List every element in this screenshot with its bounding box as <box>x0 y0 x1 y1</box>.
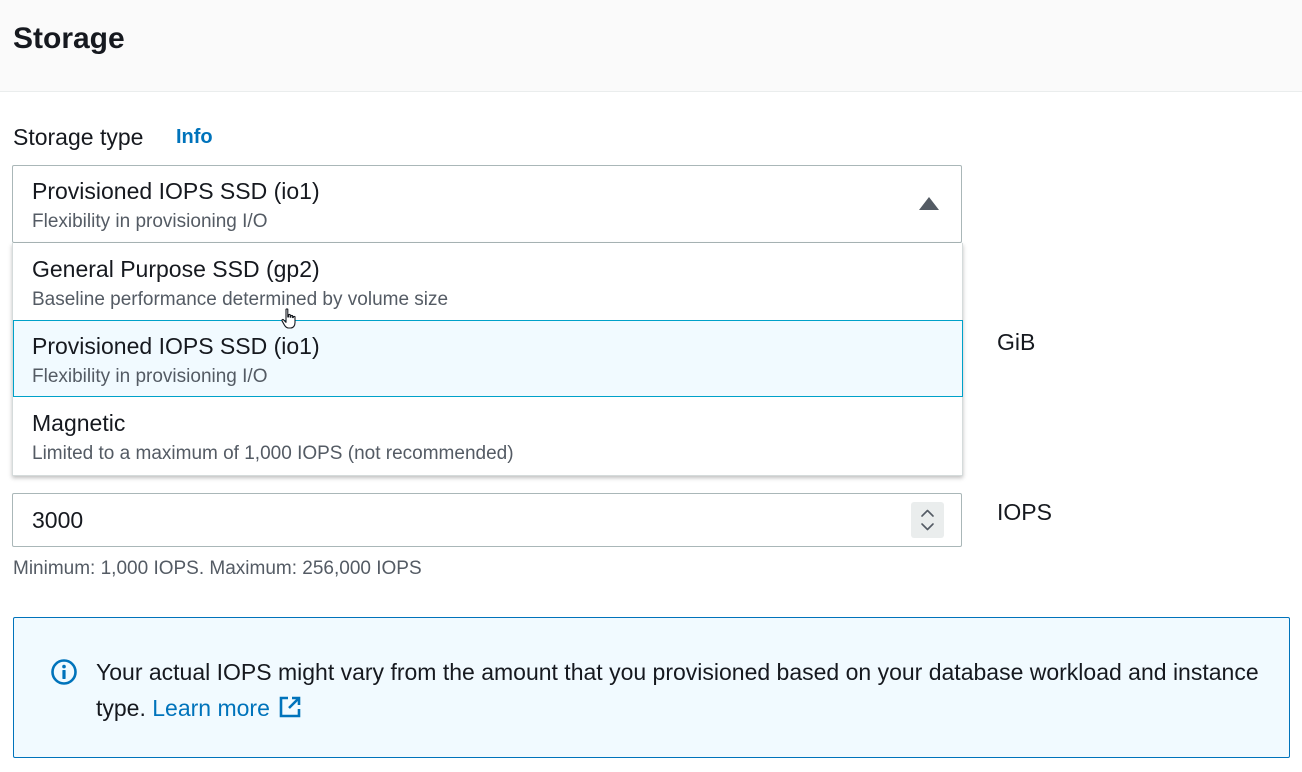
option-description: Flexibility in provisioning I/O <box>32 366 268 387</box>
storage-type-label: Storage type <box>13 124 144 150</box>
section-title: Storage <box>13 22 125 55</box>
storage-section-header: Storage <box>0 0 1302 92</box>
alert-message: Your actual IOPS might vary from the amo… <box>96 654 1266 726</box>
alert-text: Your actual IOPS might vary from the amo… <box>96 659 1259 721</box>
option-description: Limited to a maximum of 1,000 IOPS (not … <box>32 443 514 464</box>
option-magnetic[interactable]: Magnetic Limited to a maximum of 1,000 I… <box>13 397 962 474</box>
option-description: Baseline performance determined by volum… <box>32 289 449 310</box>
info-circle-icon <box>51 659 77 685</box>
learn-more-link[interactable]: Learn more <box>152 695 270 721</box>
caret-up-icon <box>919 197 939 210</box>
allocated-storage-unit: GiB <box>997 329 1036 355</box>
selected-option-title: Provisioned IOPS SSD (io1) <box>32 178 320 204</box>
storage-type-info-link[interactable]: Info <box>176 126 213 149</box>
stepper-icon[interactable] <box>911 502 944 538</box>
storage-type-dropdown-list: General Purpose SSD (gp2) Baseline perfo… <box>12 243 963 476</box>
hand-pointer-icon <box>281 308 296 329</box>
selected-option-description: Flexibility in provisioning I/O <box>32 211 268 232</box>
iops-input-value: 3000 <box>32 507 84 533</box>
option-io1[interactable]: Provisioned IOPS SSD (io1) Flexibility i… <box>13 320 963 397</box>
provisioned-iops-unit: IOPS <box>997 499 1052 525</box>
storage-type-select[interactable]: Provisioned IOPS SSD (io1) Flexibility i… <box>12 165 962 243</box>
option-title: Provisioned IOPS SSD (io1) <box>32 333 320 359</box>
iops-constraint-text: Minimum: 1,000 IOPS. Maximum: 256,000 IO… <box>13 558 422 579</box>
external-link-icon[interactable] <box>278 695 302 719</box>
option-title: Magnetic <box>32 410 126 436</box>
option-gp2[interactable]: General Purpose SSD (gp2) Baseline perfo… <box>13 243 962 320</box>
iops-info-alert: Your actual IOPS might vary from the amo… <box>13 617 1290 758</box>
option-title: General Purpose SSD (gp2) <box>32 256 320 282</box>
provisioned-iops-input[interactable]: 3000 <box>12 493 962 547</box>
